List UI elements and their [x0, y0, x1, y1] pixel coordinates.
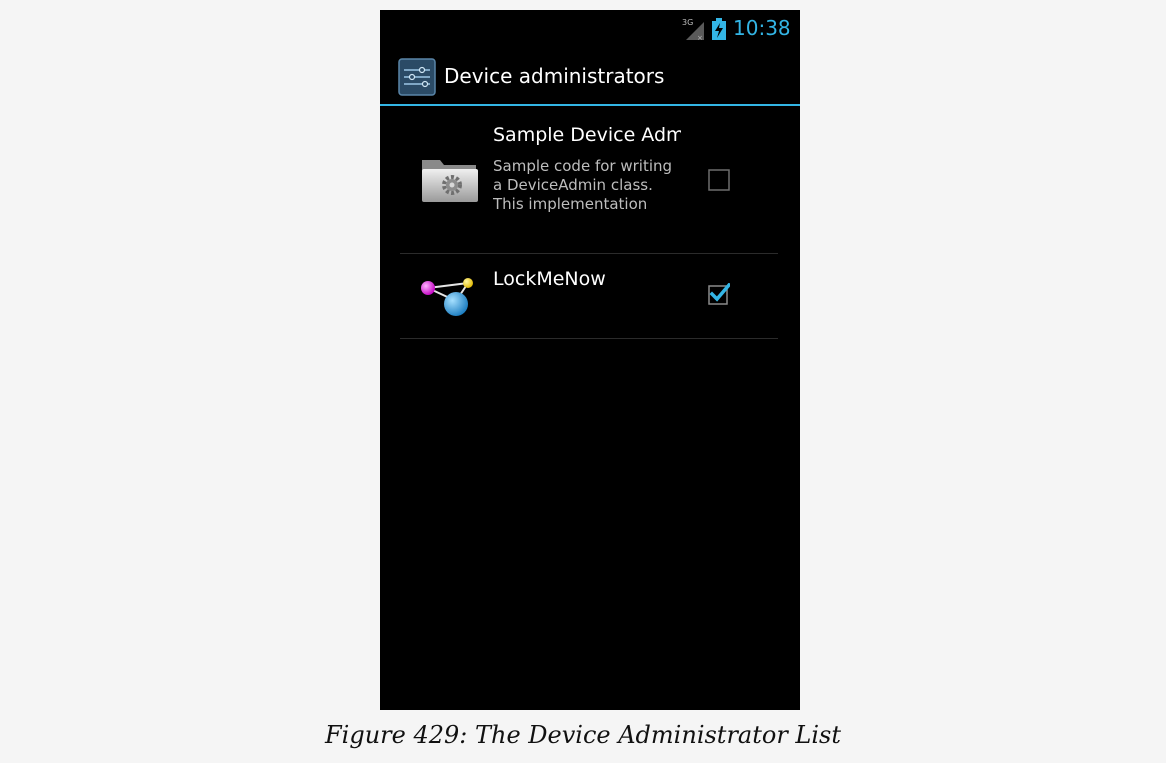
clock-time: 10:38: [733, 16, 791, 40]
admin-checkbox-unchecked[interactable]: [708, 169, 730, 191]
status-bar: 3G × 10:38: [380, 10, 800, 46]
svg-text:×: ×: [697, 34, 703, 42]
settings-sliders-icon[interactable]: [398, 58, 436, 96]
phone-screen: 3G × 10:38 Device administrators Sample …: [380, 10, 800, 710]
admin-description: Sample code for writing a DeviceAdmin cl…: [493, 157, 673, 213]
molecule-icon: [421, 278, 473, 316]
network-type-label: 3G: [682, 18, 693, 27]
device-admin-list: Sample Device Admin Sample code for writ…: [400, 106, 778, 339]
list-item-lockmenow[interactable]: LockMeNow: [400, 254, 778, 339]
folder-gear-icon: [422, 160, 478, 202]
page-title: Device administrators: [444, 64, 665, 88]
figure-caption: Figure 429: The Device Administrator Lis…: [325, 721, 841, 749]
network-3g-icon: 3G ×: [682, 18, 704, 42]
admin-checkbox-checked[interactable]: [708, 283, 730, 305]
list-item-sample-device-admin[interactable]: Sample Device Admin Sample code for writ…: [400, 106, 778, 254]
admin-title: Sample Device Admin: [493, 124, 681, 146]
action-bar: Device administrators: [380, 46, 800, 106]
admin-title: LockMeNow: [493, 268, 606, 290]
battery-charging-icon: [712, 18, 726, 40]
